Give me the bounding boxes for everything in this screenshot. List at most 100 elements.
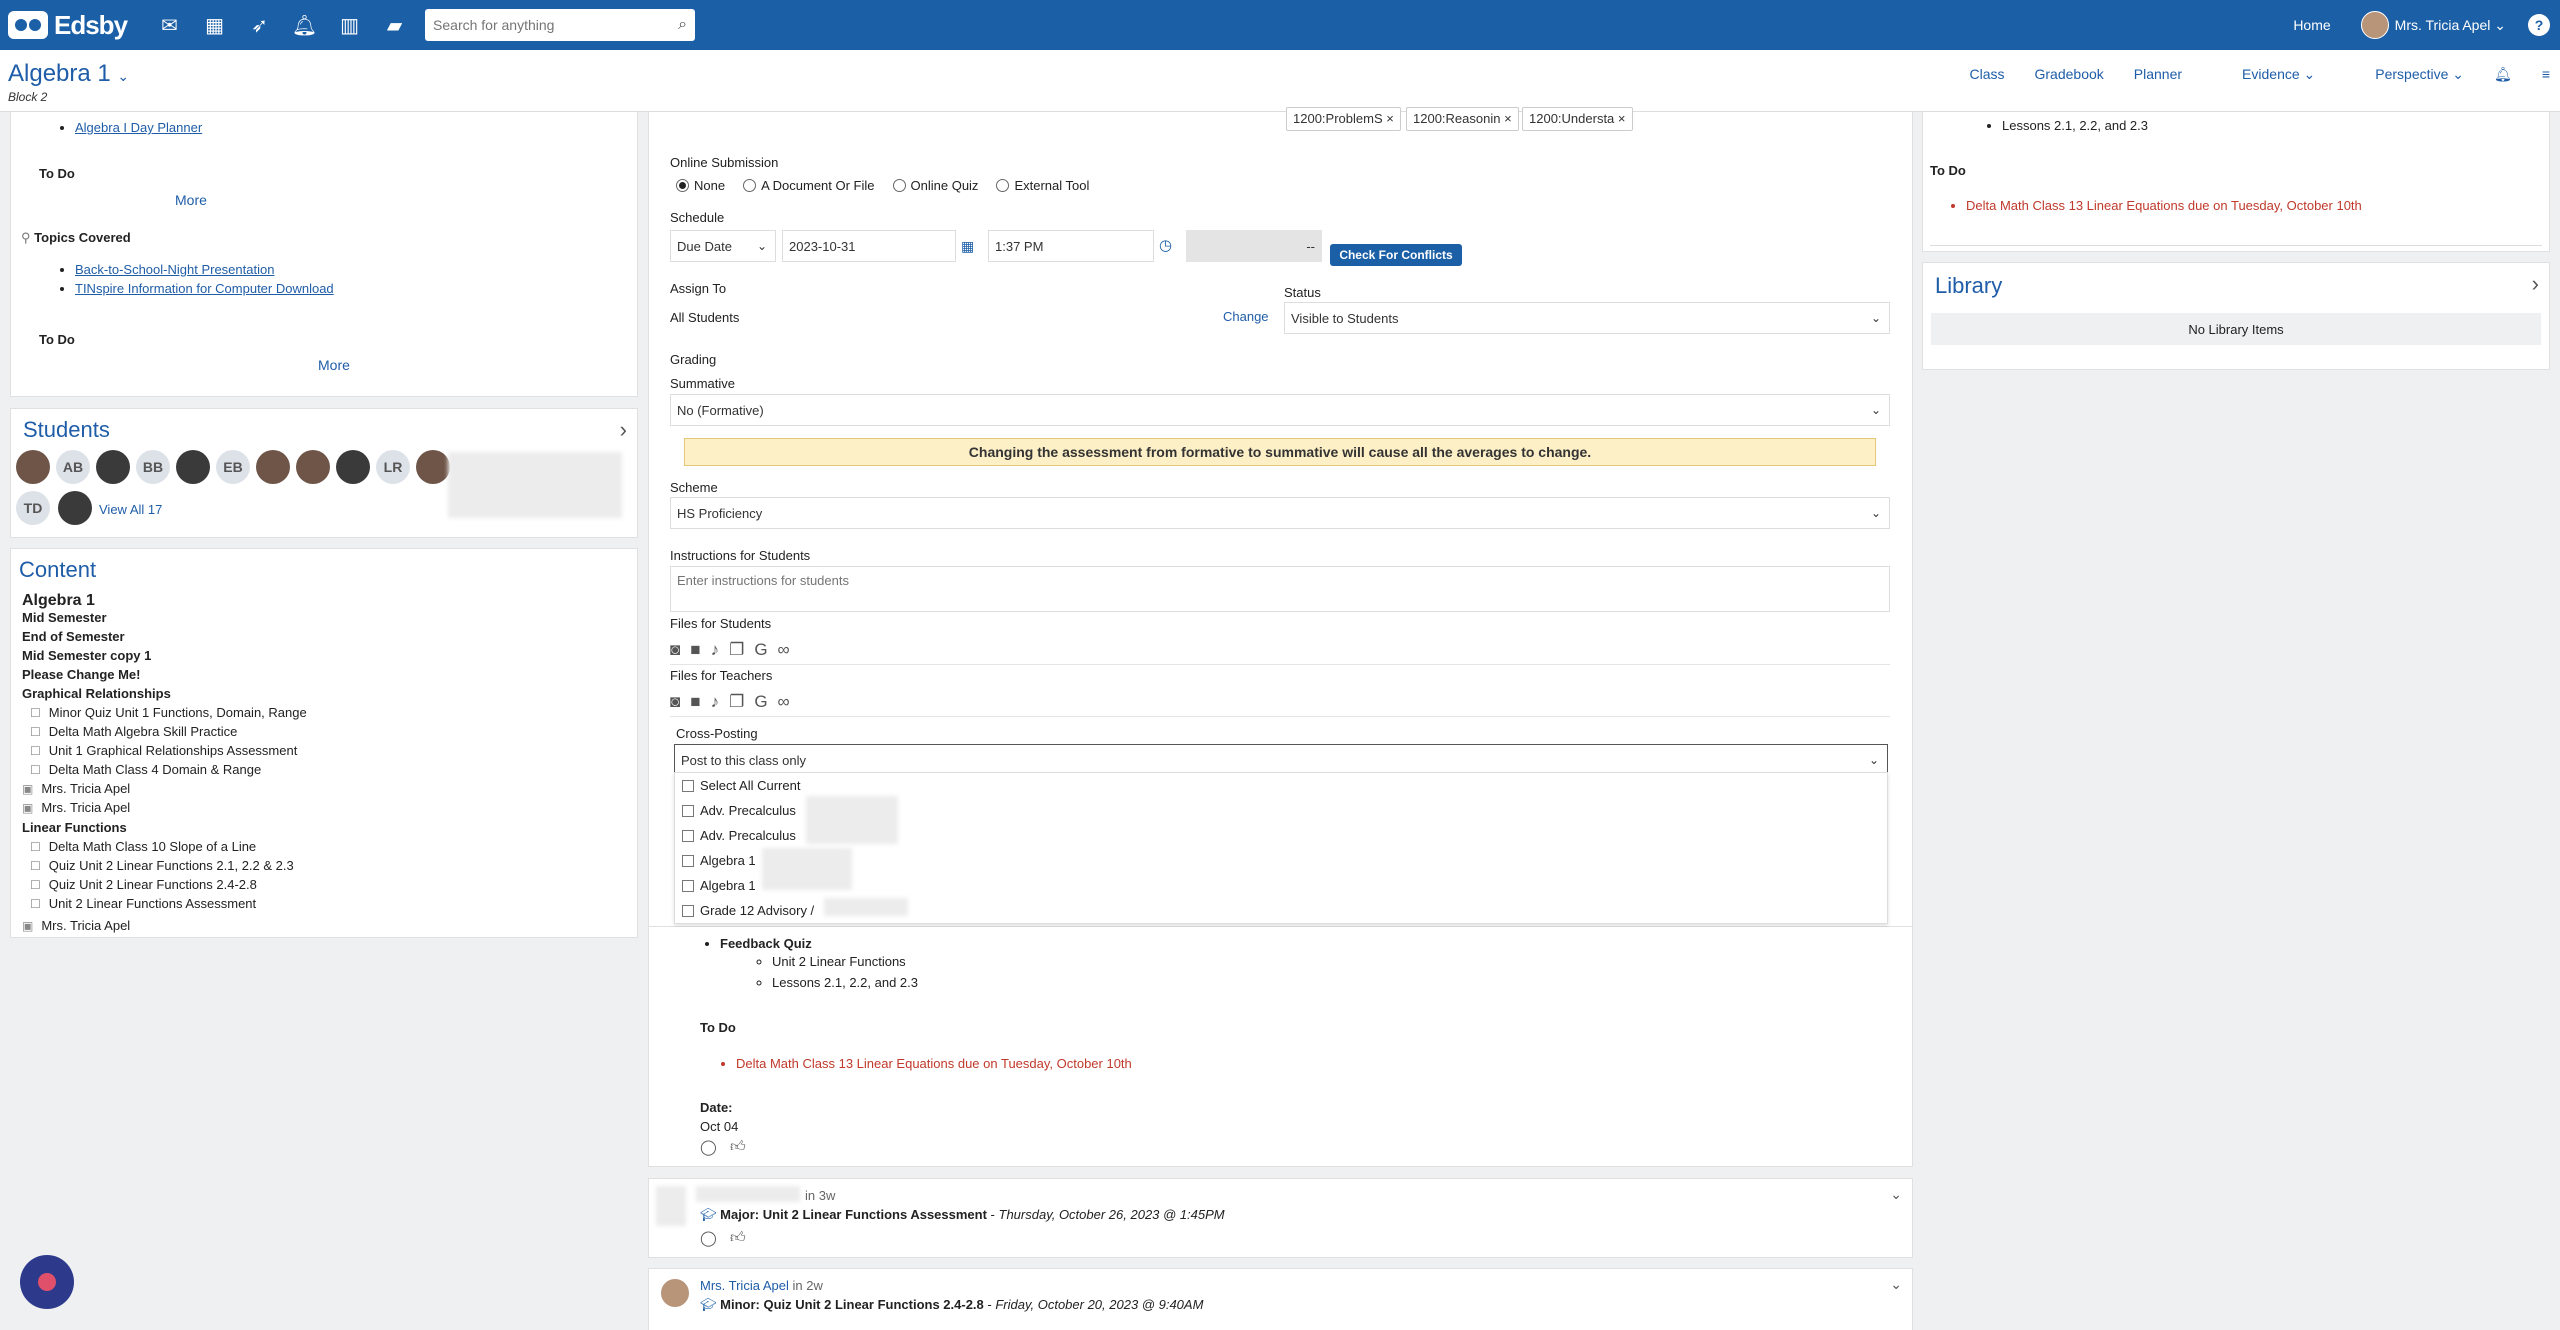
radio-external-tool[interactable]: External Tool — [996, 178, 1089, 193]
mail-icon[interactable]: ✉ — [147, 0, 192, 50]
checkbox[interactable] — [682, 879, 694, 892]
more-link[interactable]: More — [175, 192, 207, 208]
student-avatar[interactable]: EB — [216, 450, 250, 484]
content-item[interactable]: ▣ Mrs. Tricia Apel — [22, 800, 130, 815]
author-link[interactable]: Mrs. Tricia Apel — [700, 1278, 789, 1293]
view-all-students-link[interactable]: View All 17 — [99, 502, 162, 517]
content-item[interactable]: ☐ Delta Math Class 4 Domain & Range — [30, 762, 261, 777]
day-planner-link[interactable]: Algebra I Day Planner — [75, 120, 202, 135]
checkbox[interactable] — [682, 829, 694, 842]
content-item[interactable]: ☐ Minor Quiz Unit 1 Functions, Domain, Ra… — [30, 705, 307, 720]
change-assign-link[interactable]: Change — [1223, 309, 1269, 324]
student-avatar[interactable]: AB — [56, 450, 90, 484]
checkbox[interactable] — [682, 854, 694, 867]
link-icon[interactable]: ∞ — [778, 640, 790, 660]
content-folder[interactable]: Graphical Relationships — [22, 686, 171, 701]
home-link[interactable]: Home — [2293, 17, 2330, 33]
student-avatar[interactable]: TD — [16, 491, 50, 525]
student-avatar[interactable] — [256, 450, 290, 484]
calendar-icon[interactable]: ▦ — [961, 238, 974, 255]
nav-class[interactable]: Class — [1969, 66, 2004, 83]
video-icon[interactable]: ■ — [690, 692, 700, 712]
clock-icon[interactable]: ◷ — [1159, 236, 1172, 254]
check-conflicts-button[interactable]: Check For Conflicts — [1330, 244, 1462, 266]
microphone-icon[interactable]: ♪ — [711, 692, 720, 712]
content-title[interactable]: Content — [19, 557, 96, 583]
content-item[interactable]: ▣ Mrs. Tricia Apel — [22, 781, 130, 796]
radio-document[interactable]: A Document Or File — [743, 178, 875, 193]
standard-chip[interactable]: 1200:ProblemS × — [1286, 107, 1401, 131]
crosspost-class-option[interactable]: Algebra 1 — [682, 853, 756, 868]
edsby-logo[interactable]: Edsby — [8, 10, 128, 41]
checkbox[interactable] — [682, 804, 694, 817]
nav-planner[interactable]: Planner — [2134, 66, 2182, 83]
crosspost-class-option[interactable]: Algebra 1 — [682, 878, 756, 893]
documents-icon[interactable]: ❐ — [729, 640, 744, 660]
user-avatar[interactable] — [2360, 11, 2389, 39]
camera-icon[interactable]: ◙ — [670, 692, 680, 712]
video-icon[interactable]: ■ — [690, 640, 700, 660]
content-folder[interactable]: Please Change Me! — [22, 667, 141, 682]
rocket-icon[interactable]: ➶ — [237, 0, 282, 50]
nav-gradebook[interactable]: Gradebook — [2035, 66, 2104, 83]
assistant-fab[interactable] — [20, 1255, 74, 1309]
content-item[interactable]: ☐ Delta Math Algebra Skill Practice — [30, 724, 237, 739]
checkbox[interactable] — [682, 904, 694, 917]
post-title[interactable]: 🎓︎ Major: Unit 2 Linear Functions Assess… — [700, 1207, 1225, 1223]
content-item[interactable]: ☐ Quiz Unit 2 Linear Functions 2.1, 2.2 &… — [30, 858, 294, 873]
right-todo-item[interactable]: Delta Math Class 13 Linear Equations due… — [1966, 198, 2362, 213]
instructions-input[interactable] — [670, 566, 1890, 612]
content-item[interactable]: ☐ Unit 1 Graphical Relationships Assessme… — [30, 743, 297, 758]
close-icon[interactable]: × — [1386, 111, 1394, 126]
student-avatar[interactable] — [336, 450, 370, 484]
chart-icon[interactable]: ▥ — [327, 0, 372, 50]
google-icon[interactable]: G — [754, 692, 767, 712]
camera-icon[interactable]: ◙ — [670, 640, 680, 660]
hamburger-menu-icon[interactable]: ≡ — [2542, 66, 2550, 83]
student-avatar[interactable] — [416, 450, 450, 484]
end-time-input[interactable]: -- — [1186, 230, 1322, 262]
content-folder[interactable]: End of Semester — [22, 629, 125, 644]
topic-link[interactable]: TINspire Information for Computer Downlo… — [75, 281, 334, 296]
nav-evidence[interactable]: Evidence ⌄ — [2212, 66, 2315, 83]
content-folder[interactable]: Mid Semester copy 1 — [22, 648, 151, 663]
crosspost-class-option[interactable]: Adv. Precalculus — [682, 803, 796, 818]
content-item[interactable]: ☐ Quiz Unit 2 Linear Functions 2.4-2.8 — [30, 877, 257, 892]
standard-chip[interactable]: 1200:Reasonin × — [1406, 107, 1519, 131]
content-item[interactable]: ☐ Delta Math Class 10 Slope of a Line — [30, 839, 256, 854]
bell-icon[interactable]: 🔔︎ — [282, 0, 327, 50]
feed-todo-item[interactable]: Delta Math Class 13 Linear Equations due… — [736, 1056, 1132, 1071]
class-title[interactable]: Algebra 1 ⌄ — [8, 60, 129, 88]
calendar-icon[interactable]: ▦ — [192, 0, 237, 50]
help-icon[interactable]: ? — [2528, 14, 2550, 36]
scheme-select[interactable]: HS Proficiency ⌄ — [670, 497, 1890, 529]
nav-perspective[interactable]: Perspective ⌄ — [2345, 66, 2464, 83]
content-folder[interactable]: Mid Semester — [22, 610, 107, 625]
select-all-checkbox[interactable]: Select All Current — [682, 778, 800, 793]
link-icon[interactable]: ∞ — [778, 692, 790, 712]
topic-link[interactable]: Back-to-School-Night Presentation — [75, 262, 274, 277]
students-title[interactable]: Students — [23, 417, 110, 443]
student-avatar[interactable] — [96, 450, 130, 484]
search-input[interactable] — [433, 17, 679, 33]
student-avatar[interactable] — [296, 450, 330, 484]
bell-outline-icon[interactable]: 🔔︎ — [2494, 66, 2512, 83]
chevron-down-icon[interactable]: ⌄ — [1890, 1276, 1902, 1293]
student-avatar[interactable]: LR — [376, 450, 410, 484]
radio-online-quiz[interactable]: Online Quiz — [892, 178, 978, 193]
standard-chip[interactable]: 1200:Understa × — [1522, 107, 1633, 131]
more-link[interactable]: More — [318, 357, 350, 373]
content-folder[interactable]: Linear Functions — [22, 820, 127, 835]
comment-icon[interactable]: ◯ — [700, 1229, 717, 1247]
checkbox[interactable] — [682, 779, 694, 792]
post-title[interactable]: 🎓︎ Minor: Quiz Unit 2 Linear Functions 2… — [700, 1297, 1203, 1313]
chevron-right-icon[interactable]: › — [620, 417, 627, 443]
thumbs-up-icon[interactable]: 👍︎ — [730, 1229, 746, 1247]
content-item[interactable]: ☐ Unit 2 Linear Functions Assessment — [30, 896, 256, 911]
close-icon[interactable]: × — [1504, 111, 1512, 126]
user-menu[interactable]: Mrs. Tricia Apel ⌄ — [2395, 17, 2506, 34]
crosspost-class-option[interactable]: Adv. Precalculus — [682, 828, 796, 843]
google-icon[interactable]: G — [754, 640, 767, 660]
content-folder[interactable]: Algebra 1 — [22, 592, 95, 610]
documents-icon[interactable]: ❐ — [729, 692, 744, 712]
